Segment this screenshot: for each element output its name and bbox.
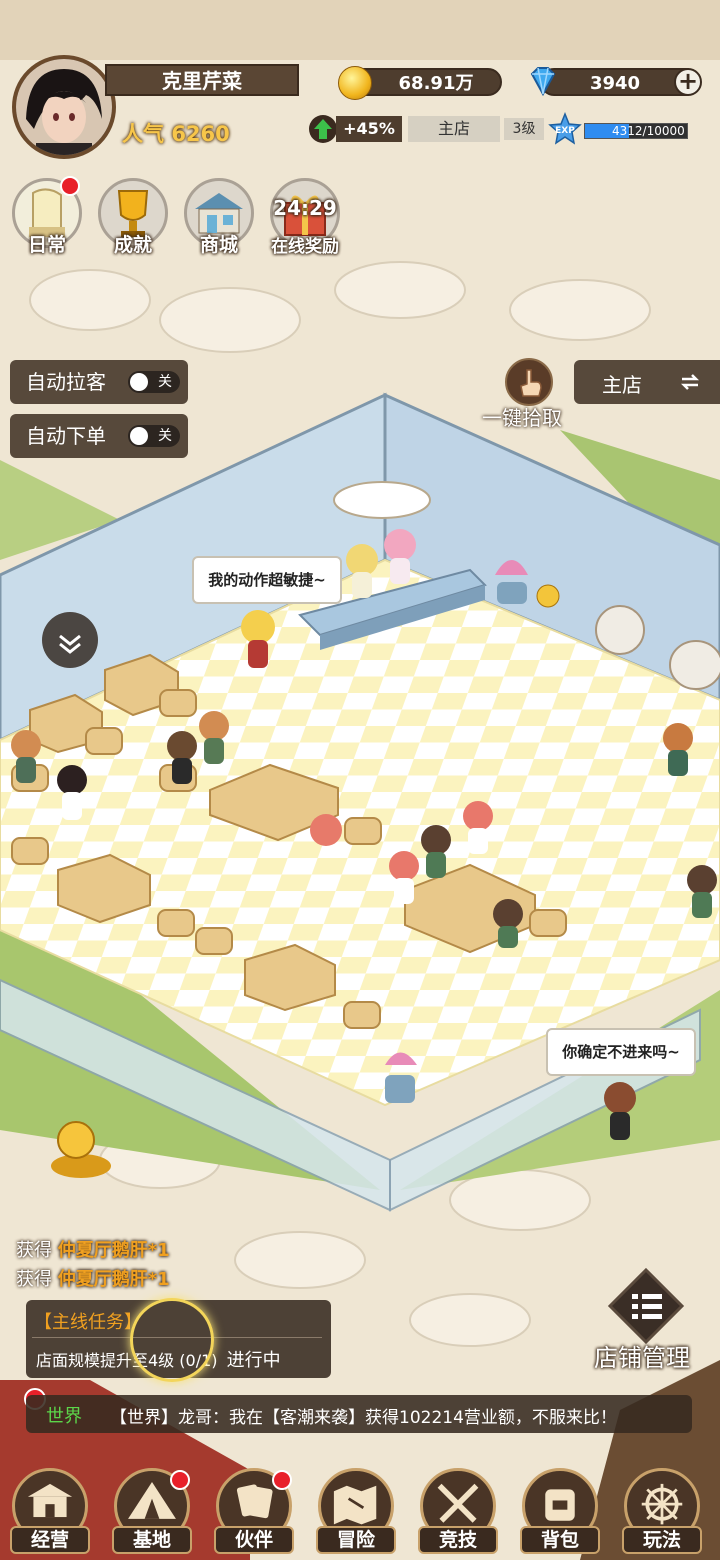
loot-message: 获得 仲夏厅鹅肝*1 xyxy=(16,1236,170,1262)
tap-hint-ring xyxy=(130,1298,214,1382)
daily-label: 日常 xyxy=(27,234,66,256)
hand-tap-icon xyxy=(520,369,542,397)
nav-label: 伙伴 xyxy=(214,1526,294,1554)
popularity-value: 6260 xyxy=(171,122,230,146)
auto-order-label: 自动下单 xyxy=(26,424,106,448)
nav-button[interactable]: 竞技 xyxy=(418,1468,498,1554)
store-manage-button[interactable] xyxy=(606,1266,686,1346)
popularity-label: 人气 xyxy=(122,122,164,146)
collect-all-label: 一键拾取 xyxy=(482,406,562,430)
nav-label: 背包 xyxy=(520,1526,600,1554)
nav-label: 经营 xyxy=(10,1526,90,1554)
achievement-label: 成就 xyxy=(113,234,152,256)
up-arrow-icon xyxy=(309,115,337,143)
store-level: 3级 xyxy=(504,118,544,140)
store-manage-label: 店铺管理 xyxy=(594,1344,690,1372)
exp-text: 4312/10000 xyxy=(612,124,685,138)
switch-knob xyxy=(130,373,148,391)
online-reward-timer: 24:29 xyxy=(273,196,337,220)
world-chat-bar[interactable]: 世界 【世界】龙哥：我在【客潮来袭】获得102214营业额，不服来比！ xyxy=(26,1395,692,1433)
loot-message: 获得 仲夏厅鹅肝*1 xyxy=(16,1265,170,1291)
switch-store-button[interactable]: 主店 xyxy=(574,360,720,404)
swap-arrows-icon xyxy=(680,374,700,390)
gold-value: 68.91万 xyxy=(398,73,474,94)
nav-button[interactable]: 玩法 xyxy=(622,1468,702,1554)
loot-prefix: 获得 xyxy=(16,1269,52,1290)
nav-label: 基地 xyxy=(112,1526,192,1554)
loot-item: 仲夏厅鹅肝*1 xyxy=(57,1240,170,1261)
loot-prefix: 获得 xyxy=(16,1240,52,1261)
add-gems-button[interactable]: + xyxy=(674,68,702,96)
list-menu-icon xyxy=(607,1267,685,1345)
switch-knob xyxy=(130,427,148,445)
visitor-speech-bubble: 你确定不进来吗~ xyxy=(546,1028,696,1076)
gem-value: 3940 xyxy=(589,73,641,94)
nav-badge xyxy=(272,1470,292,1490)
gold-counter: 68.91万 xyxy=(350,68,502,96)
auto-recruit-label: 自动拉客 xyxy=(26,370,106,394)
gold-coin-icon xyxy=(338,66,372,100)
auto-order-state: 关 xyxy=(158,428,172,444)
nav-button[interactable]: 经营 xyxy=(10,1468,90,1554)
auto-order-toggle[interactable]: 自动下单 关 xyxy=(10,414,188,458)
nav-button[interactable]: 基地 xyxy=(112,1468,192,1554)
golden-bell-icon[interactable] xyxy=(46,1116,116,1182)
nav-badge xyxy=(170,1470,190,1490)
chat-message: 【世界】龙哥：我在【客潮来袭】获得102214营业额，不服来比！ xyxy=(110,1408,617,1428)
auto-recruit-state: 关 xyxy=(158,374,172,390)
auto-recruit-toggle[interactable]: 自动拉客 关 xyxy=(10,360,188,404)
nav-button[interactable]: 冒险 xyxy=(316,1468,396,1554)
nav-label: 玩法 xyxy=(622,1526,702,1554)
bonus-percent: +45% xyxy=(336,116,402,142)
nav-button[interactable]: 背包 xyxy=(520,1468,600,1554)
collect-all-button[interactable] xyxy=(505,358,553,406)
shop-label: 商城 xyxy=(199,234,238,256)
collapse-button[interactable] xyxy=(42,612,98,668)
waiter-speech-bubble: 我的动作超敏捷~ xyxy=(192,556,342,604)
quest-title: 【主线任务】 xyxy=(34,1312,142,1333)
quest-status: 进行中 xyxy=(226,1350,281,1371)
chat-channel: 世界 xyxy=(46,1406,82,1427)
current-store: 主店 xyxy=(408,116,500,142)
popularity: 人气 6260 xyxy=(122,118,230,148)
bottom-nav: 经营 基地 伙伴 冒险 竞技 背包 玩法 xyxy=(10,1468,710,1556)
player-avatar[interactable] xyxy=(12,55,116,159)
nav-label: 竞技 xyxy=(418,1526,498,1554)
nav-button[interactable]: 伙伴 xyxy=(214,1468,294,1554)
auto-order-switch[interactable]: 关 xyxy=(128,425,180,447)
loot-item: 仲夏厅鹅肝*1 xyxy=(57,1269,170,1290)
diamond-icon xyxy=(530,67,556,97)
online-reward-label: 在线奖励 xyxy=(271,237,339,257)
exp-star-icon: EXP xyxy=(548,112,582,145)
chevron-down-icon xyxy=(59,634,81,654)
switch-store-label: 主店 xyxy=(602,373,642,397)
auto-recruit-switch[interactable]: 关 xyxy=(128,371,180,393)
player-name: 克里芹菜 xyxy=(105,64,299,96)
exp-label: EXP xyxy=(555,126,575,136)
daily-badge xyxy=(60,176,80,196)
nav-label: 冒险 xyxy=(316,1526,396,1554)
